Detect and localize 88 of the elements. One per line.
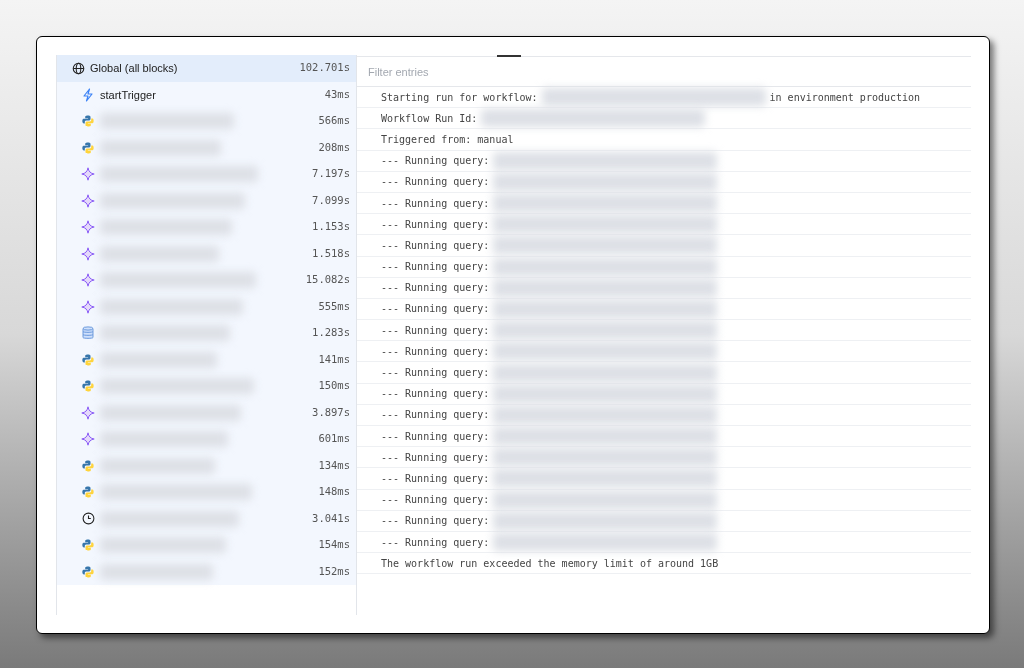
python-icon bbox=[82, 141, 94, 154]
log-text: --- Running query: bbox=[381, 323, 490, 338]
block-name: startTrigger bbox=[100, 87, 156, 103]
lightning-icon bbox=[82, 87, 94, 102]
sparkle-icon bbox=[81, 432, 95, 447]
log-text: --- Running query: bbox=[381, 535, 490, 550]
block-duration: 102.701s bbox=[299, 60, 350, 76]
log-text: Starting run for workflow: bbox=[381, 90, 538, 105]
block-duration: 601ms bbox=[318, 431, 350, 447]
block-duration: 3.041s bbox=[312, 510, 350, 526]
log-text: --- Running query: bbox=[381, 217, 490, 232]
log-text: in environment production bbox=[769, 90, 921, 105]
block-name: Global (all blocks) bbox=[90, 61, 178, 76]
block-duration: 148ms bbox=[318, 484, 350, 500]
sparkle-icon bbox=[81, 193, 95, 208]
log-text: --- Running query: bbox=[381, 154, 490, 169]
python-icon bbox=[82, 539, 94, 552]
log-text: --- Running query: bbox=[381, 196, 490, 211]
sparkle-icon bbox=[81, 220, 95, 235]
log-text: --- Running query: bbox=[381, 344, 490, 359]
log-text: --- Running query: bbox=[381, 450, 490, 465]
clock-icon bbox=[81, 512, 95, 526]
block-duration: 3.897s bbox=[312, 404, 350, 420]
block-row[interactable]: 150ms bbox=[57, 373, 356, 400]
block-row[interactable]: 1.153s bbox=[57, 214, 356, 241]
sparkle-icon bbox=[81, 167, 95, 182]
block-row[interactable]: 152ms bbox=[57, 558, 356, 585]
block-row[interactable]: 134ms bbox=[57, 452, 356, 479]
log-text: The workflow run exceeded the memory limit of around 1GB bbox=[381, 556, 719, 571]
block-row[interactable]: 7.099s bbox=[57, 187, 356, 214]
block-duration: 7.099s bbox=[312, 192, 350, 208]
block-row[interactable]: 1.518s bbox=[57, 240, 356, 267]
log-text: --- Running query: bbox=[381, 471, 490, 486]
block-row[interactable]: 3.041s bbox=[57, 505, 356, 532]
block-duration: 141ms bbox=[318, 351, 350, 367]
block-row[interactable]: 566ms bbox=[57, 108, 356, 135]
block-row[interactable]: Global (all blocks) 102.701s bbox=[57, 55, 356, 82]
sparkle-icon bbox=[81, 299, 95, 314]
block-row[interactable]: 601ms bbox=[57, 426, 356, 453]
log-text: --- Running query: bbox=[381, 238, 490, 253]
sparkle-icon bbox=[81, 273, 95, 288]
python-icon bbox=[82, 353, 94, 366]
block-row[interactable]: 7.197s bbox=[57, 161, 356, 188]
block-duration: 152ms bbox=[318, 563, 350, 579]
block-row[interactable]: 555ms bbox=[57, 293, 356, 320]
python-icon bbox=[82, 459, 94, 472]
block-duration: 15.082s bbox=[305, 272, 350, 288]
block-duration: 208ms bbox=[318, 139, 350, 155]
python-icon bbox=[82, 565, 94, 578]
log-text: --- Running query: bbox=[381, 429, 490, 444]
log-text: --- Running query: bbox=[381, 514, 490, 529]
log-text: Workflow Run Id: bbox=[381, 111, 478, 126]
log-text: --- Running query: bbox=[381, 366, 490, 381]
block-duration: 566ms bbox=[318, 113, 350, 129]
block-duration: 7.197s bbox=[312, 166, 350, 182]
log-text: --- Running query: bbox=[381, 493, 490, 508]
block-row[interactable]: 148ms bbox=[57, 479, 356, 506]
tab-indicator bbox=[497, 55, 521, 57]
block-duration: 134ms bbox=[318, 457, 350, 473]
log-text: --- Running query: bbox=[381, 302, 490, 317]
globe-icon bbox=[71, 61, 85, 75]
block-duration: 154ms bbox=[318, 537, 350, 553]
block-row[interactable]: 208ms bbox=[57, 134, 356, 161]
block-row[interactable]: startTrigger 43ms bbox=[57, 81, 356, 108]
filter-field[interactable]: Filter entries bbox=[357, 57, 971, 87]
block-row[interactable]: 3.897s bbox=[57, 399, 356, 426]
block-duration: 555ms bbox=[318, 298, 350, 314]
sparkle-icon bbox=[81, 405, 95, 420]
block-duration: 1.283s bbox=[312, 325, 350, 341]
block-duration: 1.153s bbox=[312, 219, 350, 235]
block-row[interactable]: 1.283s bbox=[57, 320, 356, 347]
sparkle-icon bbox=[81, 246, 95, 261]
python-icon bbox=[82, 486, 94, 499]
block-duration: 1.518s bbox=[312, 245, 350, 261]
block-row[interactable]: 141ms bbox=[57, 346, 356, 373]
database-icon bbox=[82, 326, 94, 341]
python-icon bbox=[82, 380, 94, 393]
log-text: --- Running query: bbox=[381, 260, 490, 275]
log-text: --- Running query: bbox=[381, 175, 490, 190]
python-icon bbox=[82, 115, 94, 128]
block-row[interactable]: 154ms bbox=[57, 532, 356, 559]
block-duration: 43ms bbox=[324, 86, 350, 102]
block-row[interactable]: 15.082s bbox=[57, 267, 356, 294]
log-text: --- Running query: bbox=[381, 387, 490, 402]
log-text: --- Running query: bbox=[381, 408, 490, 423]
log-text: Triggered from: manual bbox=[381, 132, 514, 147]
log-text: --- Running query: bbox=[381, 281, 490, 296]
block-duration: 150ms bbox=[318, 378, 350, 394]
